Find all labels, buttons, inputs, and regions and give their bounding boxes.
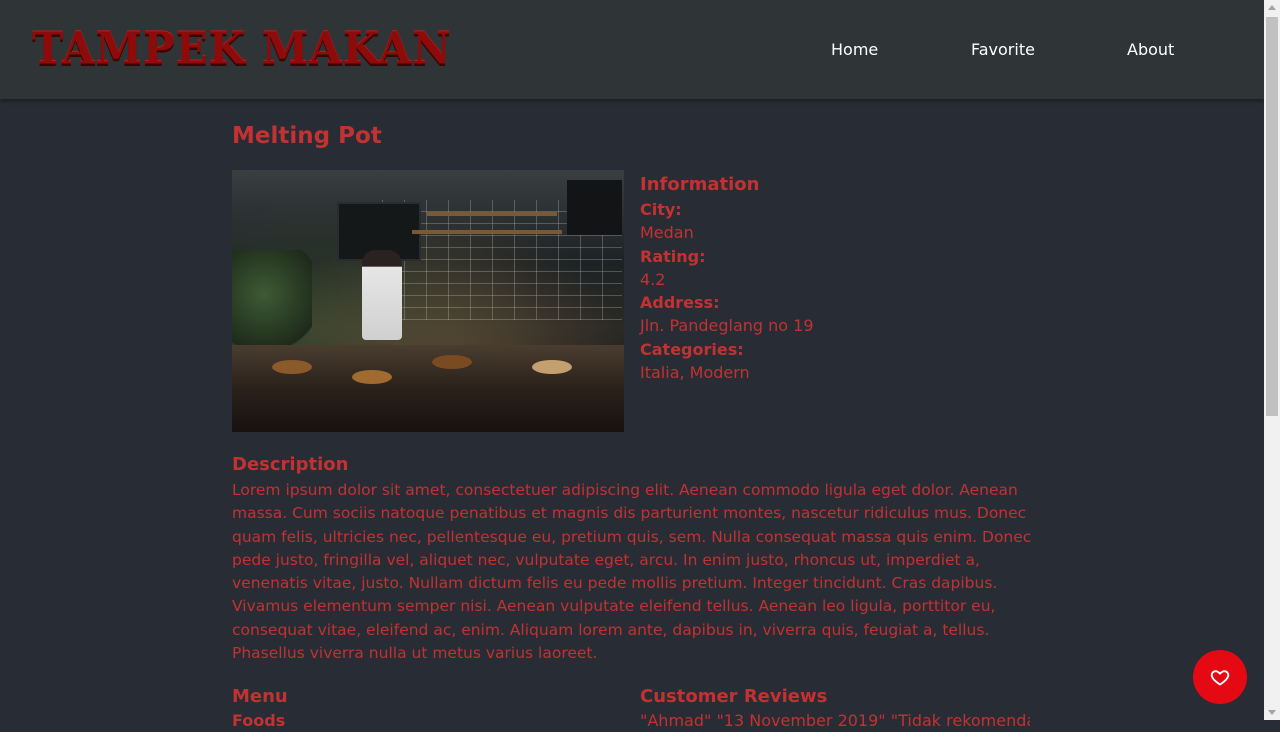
categories-value: Italia, Modern — [640, 362, 750, 382]
photo-chef — [362, 250, 402, 340]
restaurant-name: Melting Pot — [232, 123, 382, 149]
photo-food — [432, 355, 472, 369]
favorite-button[interactable] — [1193, 650, 1247, 704]
scroll-up-icon[interactable] — [1268, 5, 1276, 10]
description-heading: Description — [232, 454, 349, 475]
menu-heading: Menu — [232, 686, 288, 707]
nav-about-link[interactable]: About — [1127, 38, 1174, 62]
city-value: Medan — [640, 223, 694, 242]
description-text: Lorem ipsum dolor sit amet, consectetuer… — [232, 481, 1032, 663]
nav-home-link[interactable]: Home — [831, 38, 878, 62]
info-heading: Information — [640, 174, 760, 195]
photo-food — [272, 360, 312, 374]
scrollbar-thumb[interactable] — [1266, 17, 1278, 416]
photo-counter — [232, 345, 624, 432]
menu-foods-heading: Foods — [232, 711, 286, 730]
restaurant-photo — [232, 170, 624, 432]
photo-shelf-upper — [427, 212, 557, 216]
scroll-down-icon[interactable] — [1268, 710, 1276, 715]
main-nav: Home Favorite About — [0, 38, 1264, 62]
photo-chalkboard-right — [567, 180, 622, 235]
reviews-heading: Customer Reviews — [640, 686, 828, 707]
address-label: Address: — [640, 293, 720, 312]
review-item: "Ahmad" "13 November 2019" "Tidak rekome… — [640, 711, 1030, 730]
photo-shelf — [412, 230, 562, 234]
app-header: TAMPEK MAKAN Home Favorite About — [0, 0, 1264, 99]
photo-food — [532, 360, 572, 374]
nav-favorite-link[interactable]: Favorite — [971, 38, 1035, 62]
categories-label: Categories: — [640, 339, 744, 359]
page-scrollbar[interactable] — [1264, 0, 1280, 720]
photo-plant — [232, 250, 312, 360]
photo-food — [352, 370, 392, 384]
rating-value: 4.2 — [640, 269, 666, 289]
address-value: Jln. Pandeglang no 19 — [640, 316, 814, 335]
heart-outline-icon — [1210, 670, 1230, 686]
info-panel: Information City: Medan Rating: 4.2 Addr… — [640, 172, 1030, 384]
rating-label: Rating: — [640, 246, 706, 266]
city-label: City: — [640, 200, 682, 219]
